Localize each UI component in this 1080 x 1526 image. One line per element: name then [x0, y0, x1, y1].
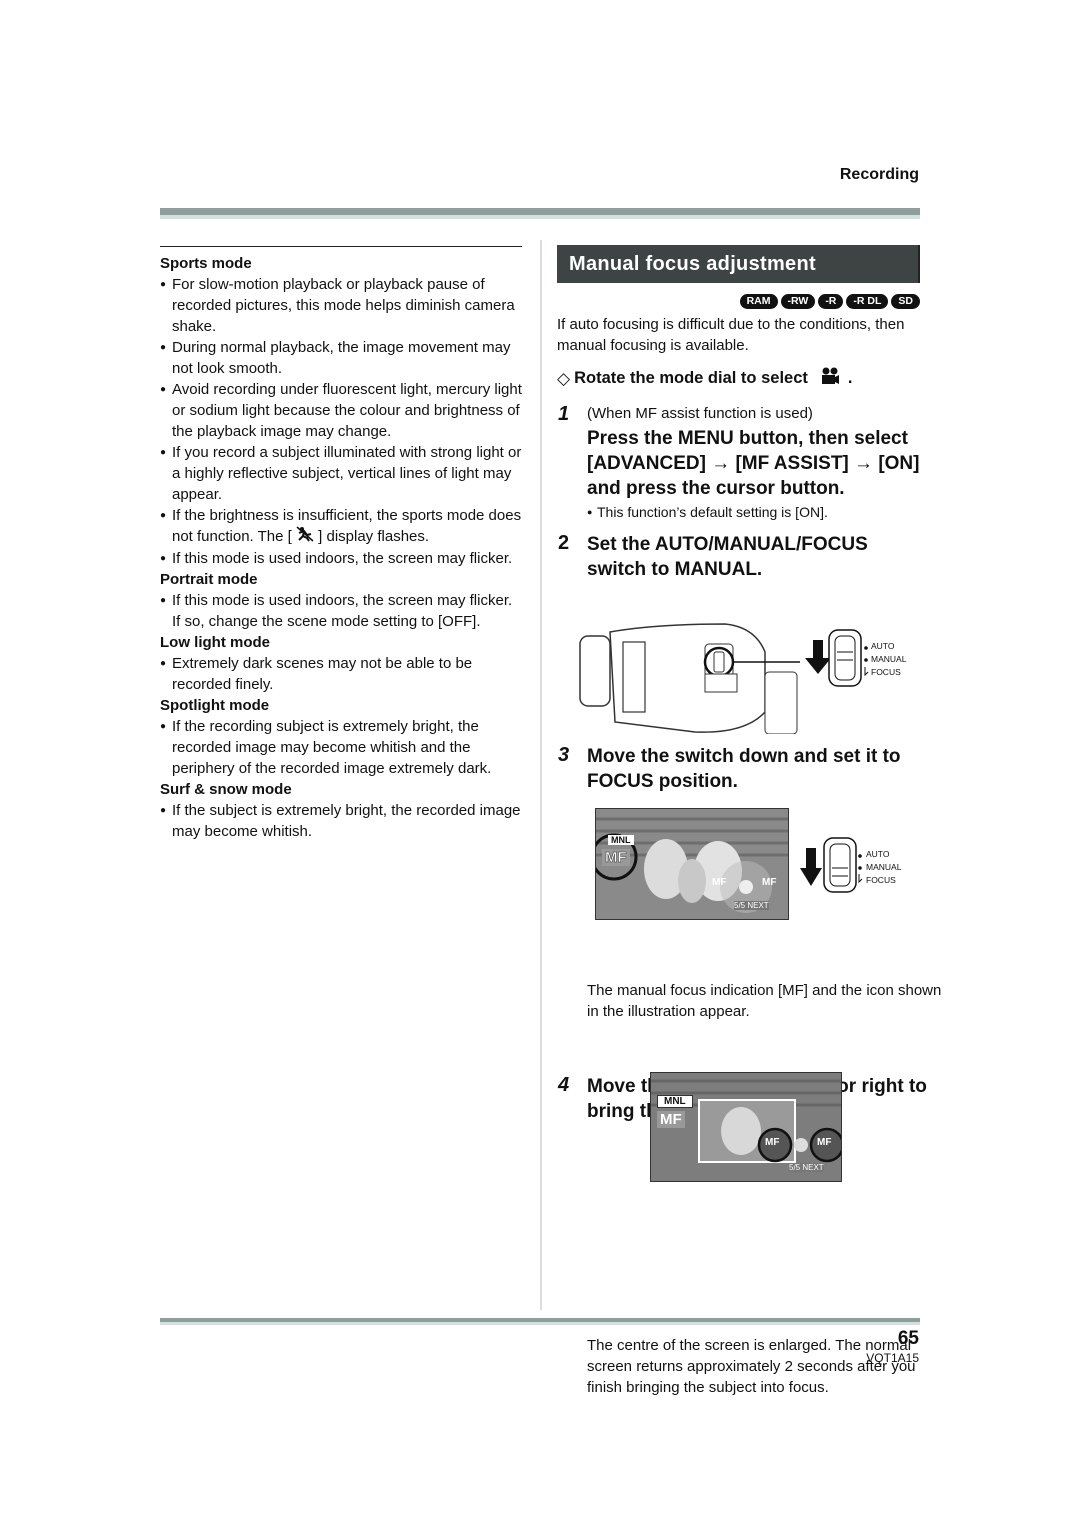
camcorder-illustration: AUTO MANUAL FOCUS [575, 622, 906, 735]
step-number: 1 [558, 403, 570, 425]
video-camera-icon [820, 366, 840, 391]
media-badges: RAM -RW -R -R DL SD [557, 291, 920, 309]
sports-mode-list: For slow-motion playback or playback pau… [160, 274, 522, 569]
document-code: VQT1A15 [866, 1351, 919, 1365]
mode-indicator: MNL [608, 835, 634, 845]
focus-plus-button: MF [762, 877, 777, 888]
focus-minus-button: MF [765, 1137, 780, 1148]
list-item: Extremely dark scenes may not be able to… [160, 653, 522, 695]
badge-rw: -RW [780, 294, 816, 309]
surf-snow-mode-heading: Surf & snow mode [160, 781, 292, 799]
prep-suffix: . [847, 369, 853, 387]
switch-labels: AUTO MANUAL FOCUS [866, 848, 901, 887]
badge-r-dl: -R DL [846, 294, 889, 309]
surf-snow-mode-list: If the subject is extremely bright, the … [160, 800, 522, 842]
list-item: If this mode is used indoors, the screen… [160, 548, 522, 569]
mf-indicator: MF [657, 1111, 685, 1128]
diamond-icon: ◇ [557, 368, 571, 388]
list-item: Avoid recording under fluorescent light,… [160, 379, 522, 442]
step-2: 2 Set the AUTO/MANUAL/FOCUS switch to MA… [557, 532, 920, 582]
portrait-mode-heading: Portrait mode [160, 571, 258, 589]
header-rule [160, 208, 920, 220]
badge-ram: RAM [739, 294, 778, 309]
step-lead: (When MF assist function is used) [587, 405, 813, 422]
spotlight-mode-heading: Spotlight mode [160, 697, 270, 715]
step-1: 1 (When MF assist function is used) Pres… [557, 403, 920, 522]
mf-screen-illustration: MNL MF MF MF 5/5 NEXT [595, 808, 789, 920]
low-light-mode-list: Extremely dark scenes may not be able to… [160, 653, 522, 695]
intro-text: If auto focusing is difficult due to the… [557, 316, 905, 354]
switch-focus-illustration: AUTO MANUAL FOCUS [800, 836, 910, 896]
switch-label-focus: FOCUS [871, 667, 901, 677]
mf-assist-screen-illustration: MNL MF MF MF 5/5 NEXT [650, 1072, 842, 1182]
list-item: If the subject is extremely bright, the … [160, 800, 522, 842]
page-next-indicator: 5/5 NEXT [734, 901, 769, 910]
switch-label-auto: AUTO [871, 641, 895, 651]
switch-labels: AUTO MANUAL FOCUS [871, 640, 906, 679]
switch-label-focus: FOCUS [866, 875, 896, 885]
column-divider [540, 240, 542, 1310]
badge-sd: SD [891, 294, 920, 309]
mf-indicator: MF [602, 849, 630, 866]
focus-minus-button: MF [712, 877, 727, 888]
step-3: 3 Move the switch down and set it to FOC… [557, 744, 950, 794]
step-3-result: The manual focus indication [MF] and the… [557, 980, 950, 1022]
focus-plus-button: MF [817, 1137, 832, 1148]
step-number: 4 [558, 1074, 570, 1096]
scene-mode-notes: Sports mode For slow-motion playback or … [160, 246, 522, 842]
step-heading: Press the MENU button, then select [ADVA… [587, 428, 920, 499]
section-title: Manual focus adjustment [557, 245, 920, 283]
low-light-mode-heading: Low light mode [160, 634, 270, 652]
page-next-indicator: 5/5 NEXT [789, 1163, 824, 1172]
step-number: 3 [558, 744, 570, 766]
portrait-mode-list: If this mode is used indoors, the screen… [160, 590, 522, 632]
mode-indicator: MNL [657, 1095, 693, 1108]
prep-text: Rotate the mode dial to select [574, 369, 808, 387]
spotlight-mode-list: If the recording subject is extremely br… [160, 716, 522, 779]
prep-step: ◇ Rotate the mode dial to select . [557, 366, 920, 391]
sports-mode-icon [296, 526, 314, 548]
list-item: If the recording subject is extremely br… [160, 716, 522, 779]
footer-rule [160, 1318, 920, 1326]
list-item: If the brightness is insufficient, the s… [160, 505, 522, 548]
manual-focus-section: Manual focus adjustment RAM -RW -R -R DL SD … [557, 245, 920, 582]
step-note: This function’s default setting is [ON]. [587, 502, 920, 522]
list-item: For slow-motion playback or playback pau… [160, 274, 522, 337]
switch-label-manual: MANUAL [866, 862, 902, 872]
step-4-result: The centre of the screen is enlarged. Th… [557, 1335, 950, 1398]
step-body: The centre of the screen is enlarged. Th… [587, 1337, 916, 1396]
sports-mode-heading: Sports mode [160, 255, 252, 272]
list-item: If this mode is used indoors, the screen… [160, 590, 522, 632]
step-heading: Set the AUTO/MANUAL/FOCUS switch to MANU… [587, 534, 868, 580]
step-body: The manual focus indication [MF] and the… [587, 982, 942, 1020]
switch-label-auto: AUTO [866, 849, 890, 859]
badge-r: -R [818, 294, 844, 309]
switch-label-manual: MANUAL [871, 654, 907, 664]
section-label: Recording [839, 166, 919, 183]
step-number: 2 [558, 532, 570, 554]
list-item: During normal playback, the image moveme… [160, 337, 522, 379]
step-heading: Move the switch down and set it to FOCUS… [587, 746, 901, 792]
page-number: 65 [897, 1328, 919, 1349]
bullet-text-suffix: ] display flashes. [318, 528, 430, 545]
list-item: If you record a subject illuminated with… [160, 442, 522, 505]
